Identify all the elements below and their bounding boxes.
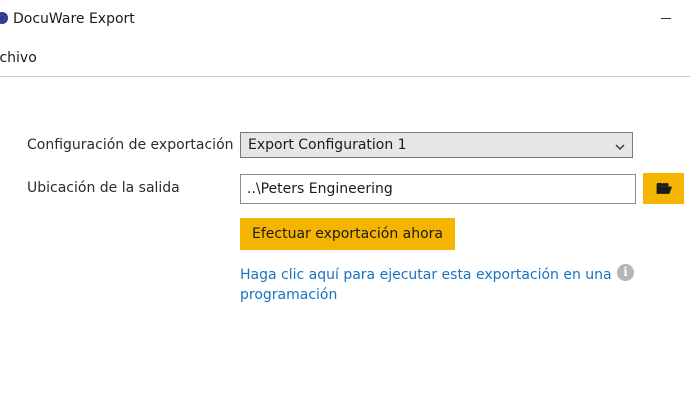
config-label: Configuración de exportación — [27, 137, 234, 153]
export-config-selected-value: Export Configuration 1 — [248, 137, 407, 153]
menu-divider — [0, 76, 690, 77]
output-location-field[interactable]: ..\Peters Engineering — [240, 174, 636, 204]
minimize-button[interactable] — [658, 8, 676, 28]
folder-open-icon — [656, 183, 672, 194]
export-config-select[interactable]: Export Configuration 1 — [240, 132, 633, 158]
info-icon[interactable]: i — [617, 264, 634, 281]
docuware-logo-icon — [0, 12, 8, 24]
output-location-label: Ubicación de la salida — [27, 180, 180, 196]
menu-bar: rchivo — [0, 46, 690, 74]
menu-item-archivo[interactable]: rchivo — [0, 50, 37, 66]
export-now-button[interactable]: Efectuar exportación ahora — [240, 218, 455, 250]
browse-folder-button[interactable] — [643, 173, 684, 204]
title-bar: DocuWare Export — [0, 0, 690, 40]
window-title: DocuWare Export — [13, 11, 135, 27]
schedule-export-link[interactable]: Haga clic aquí para ejecutar esta export… — [240, 265, 612, 305]
export-window: DocuWare Export rchivo Configuración de … — [0, 0, 690, 400]
output-location-value: ..\Peters Engineering — [247, 181, 393, 197]
chevron-down-icon — [614, 138, 626, 150]
